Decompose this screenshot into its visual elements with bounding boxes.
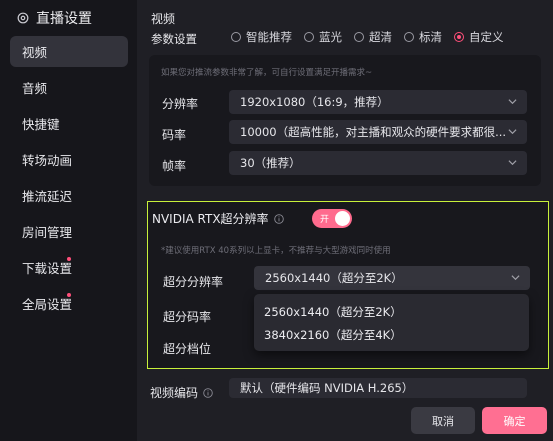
preset-radio-bluray[interactable]: 蓝光 — [304, 29, 342, 45]
bitrate-value: 10000（超高性能，对主播和观众的硬件要求都很... — [240, 125, 507, 139]
dropdown-option-2k[interactable]: 2560x1440（超分至2K） — [264, 304, 402, 320]
app-title-row: 直播设置 — [16, 6, 92, 30]
sidebar-item-room-management[interactable]: 房间管理 — [10, 216, 128, 247]
encoding-label-row: 视频编码 — [150, 384, 213, 401]
framerate-value: 30（推荐） — [240, 156, 301, 170]
section-title-video: 视频 — [151, 12, 176, 26]
toggle-knob — [335, 211, 350, 226]
sr-bitrate-label: 超分码率 — [163, 310, 212, 324]
radio-circle — [354, 32, 364, 42]
rtx-title-row: NVIDIA RTX超分辨率 — [152, 210, 284, 227]
custom-params-hint: 如果您对推流参数非常了解，可自行设置满足开播需求~ — [161, 68, 373, 78]
sr-level-label: 超分档位 — [163, 342, 212, 356]
main-content: 视频 参数设置 智能推荐 蓝光 超清 标清 自定义 如果您对推流参数非常了解，可… — [137, 0, 553, 441]
rtx-title: NVIDIA RTX超分辨率 — [152, 212, 269, 226]
radio-circle — [404, 32, 414, 42]
settings-gear-icon — [17, 12, 29, 24]
sr-resolution-value: 2560x1440（超分至2K） — [265, 271, 403, 285]
radio-label: 超清 — [369, 30, 392, 44]
param-settings-label: 参数设置 — [151, 32, 197, 46]
cancel-button[interactable]: 取消 — [411, 407, 475, 434]
encoding-value: 默认（硬件编码 NVIDIA H.265） — [240, 381, 414, 395]
chevron-down-icon — [508, 99, 517, 105]
sidebar: 直播设置 视频 音频 快捷键 转场动画 推流延迟 房间管理 下载设置 全局设置 — [0, 0, 137, 441]
sr-resolution-select[interactable]: 2560x1440（超分至2K） — [254, 266, 530, 290]
bitrate-select[interactable]: 10000（超高性能，对主播和观众的硬件要求都很... — [229, 120, 527, 144]
resolution-select[interactable]: 1920x1080（16:9，推荐） — [229, 90, 527, 114]
sidebar-item-hotkeys[interactable]: 快捷键 — [10, 108, 128, 139]
preset-radio-ultra[interactable]: 超清 — [354, 29, 392, 45]
sidebar-item-transitions[interactable]: 转场动画 — [10, 144, 128, 175]
confirm-button[interactable]: 确定 — [482, 407, 547, 434]
sidebar-item-stream-delay[interactable]: 推流延迟 — [10, 180, 128, 211]
rtx-toggle-switch[interactable]: 开 — [312, 209, 352, 228]
resolution-value: 1920x1080（16:9，推荐） — [240, 95, 389, 109]
radio-label: 标清 — [419, 30, 442, 44]
info-icon[interactable] — [203, 387, 213, 398]
sr-resolution-dropdown-menu: 2560x1440（超分至2K） 3840x2160（超分至4K） — [254, 294, 529, 351]
bitrate-label: 码率 — [162, 128, 187, 142]
chevron-down-icon — [508, 129, 517, 135]
framerate-select[interactable]: 30（推荐） — [229, 151, 527, 175]
radio-circle — [304, 32, 314, 42]
app-title: 直播设置 — [36, 11, 92, 27]
encoding-select[interactable]: 默认（硬件编码 NVIDIA H.265） — [229, 378, 527, 398]
radio-label: 智能推荐 — [246, 30, 292, 44]
preset-radio-smart[interactable]: 智能推荐 — [231, 29, 292, 45]
preset-radio-custom[interactable]: 自定义 — [454, 29, 504, 45]
radio-label: 自定义 — [469, 30, 504, 44]
custom-params-panel: 如果您对推流参数非常了解，可自行设置满足开播需求~ 分辨率 1920x1080（… — [149, 55, 541, 186]
radio-circle — [454, 32, 464, 42]
new-badge-dot — [67, 293, 71, 297]
preset-radio-group: 智能推荐 蓝光 超清 标清 自定义 — [231, 29, 516, 45]
new-badge-dot — [67, 257, 71, 261]
radio-label: 蓝光 — [319, 30, 342, 44]
sr-resolution-label: 超分分辨率 — [163, 275, 224, 289]
sidebar-item-audio[interactable]: 音频 — [10, 72, 128, 103]
info-icon[interactable] — [273, 213, 284, 224]
sidebar-item-video[interactable]: 视频 — [10, 36, 128, 67]
radio-circle — [231, 32, 241, 42]
chevron-down-icon — [511, 275, 520, 281]
resolution-label: 分辨率 — [162, 97, 199, 111]
dropdown-option-4k[interactable]: 3840x2160（超分至4K） — [264, 327, 402, 343]
preset-radio-standard[interactable]: 标清 — [404, 29, 442, 45]
framerate-label: 帧率 — [162, 159, 187, 173]
rtx-hint: *建议使用RTX 40系列以上显卡，不推荐与大型游戏同时使用 — [161, 246, 391, 256]
encoding-label: 视频编码 — [150, 386, 199, 400]
toggle-label: 开 — [320, 215, 330, 225]
chevron-down-icon — [508, 160, 517, 166]
